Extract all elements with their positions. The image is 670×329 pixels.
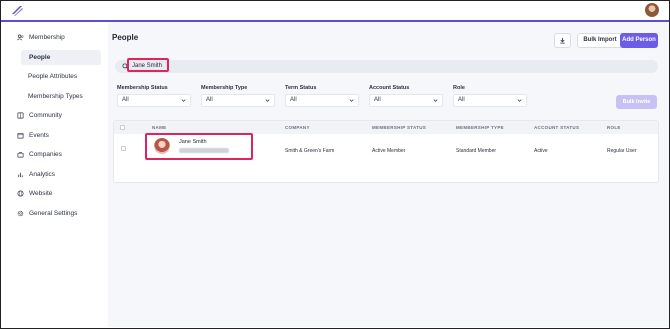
sidebar-item-people[interactable]: People	[21, 50, 101, 65]
cell-membership-status: Active Member	[372, 148, 406, 154]
sidebar-item-membership-types[interactable]: Membership Types	[28, 93, 83, 100]
main-content: People Bulk Import Add Person Jane Smith…	[108, 22, 669, 327]
sidebar-item-label: Membership Types	[28, 93, 83, 100]
sidebar-item-label: Analytics	[29, 171, 56, 178]
sidebar-item-label: People Attributes	[28, 73, 78, 80]
sidebar-item-general-settings[interactable]: General Settings	[17, 210, 77, 217]
sidebar-item-website[interactable]: Website	[17, 190, 52, 197]
chevron-down-icon	[433, 99, 438, 102]
filter-select-role[interactable]: All	[453, 94, 527, 107]
filter-value: All	[206, 97, 213, 103]
column-header-role[interactable]: ROLE	[607, 121, 621, 134]
column-header-account-status[interactable]: ACCOUNT STATUS	[534, 121, 579, 134]
search-bar[interactable]: Jane Smith	[115, 60, 658, 73]
download-button[interactable]	[554, 33, 571, 48]
row-highlight-box	[145, 133, 253, 160]
chevron-down-icon	[517, 99, 522, 102]
sidebar-item-companies[interactable]: Companies	[17, 151, 62, 158]
user-avatar[interactable]	[645, 3, 659, 17]
filter-label-membership-status: Membership Status	[117, 85, 168, 91]
chart-icon	[18, 172, 23, 178]
sidebar-item-label: Events	[29, 132, 49, 139]
filter-select-account-status[interactable]: All	[369, 94, 443, 107]
chevron-down-icon	[181, 99, 186, 102]
search-highlight-box	[127, 58, 169, 72]
column-header-company[interactable]: COMPANY	[285, 121, 310, 134]
bulk-import-button[interactable]: Bulk Import	[577, 33, 623, 48]
chevron-down-icon	[349, 99, 354, 102]
filter-value: All	[458, 97, 465, 103]
filter-label-account-status: Account Status	[369, 85, 410, 91]
filter-select-term-status[interactable]: All	[285, 94, 359, 107]
sidebar-item-analytics[interactable]: Analytics	[17, 171, 55, 178]
cell-membership-type: Standard Member	[456, 148, 497, 154]
filter-select-membership-type[interactable]: All	[201, 94, 275, 107]
calendar-icon	[17, 132, 24, 139]
row-checkbox[interactable]	[121, 146, 126, 151]
users-icon	[17, 34, 24, 41]
sidebar: Membership People People Attributes Memb…	[1, 22, 107, 327]
sidebar-item-label: Website	[29, 190, 53, 197]
cell-account-status: Active	[534, 148, 548, 154]
select-all-checkbox[interactable]	[120, 125, 125, 130]
filter-value: All	[374, 97, 381, 103]
column-header-membership-type[interactable]: MEMBERSHIP TYPE	[456, 121, 504, 134]
page-title: People	[112, 33, 139, 42]
sidebar-item-people-attributes[interactable]: People Attributes	[28, 73, 77, 80]
logo-icon[interactable]	[10, 5, 24, 17]
cell-role: Regular User	[607, 148, 637, 154]
sidebar-item-label: General Settings	[29, 210, 78, 217]
briefcase-icon	[17, 152, 24, 158]
filter-label-membership-type: Membership Type	[201, 85, 248, 91]
book-icon	[17, 112, 24, 119]
sidebar-item-membership[interactable]: Membership	[17, 34, 65, 41]
bulk-invite-button[interactable]: Bulk Invite	[616, 95, 657, 109]
add-person-button[interactable]: Add Person	[620, 33, 658, 48]
filter-select-membership-status[interactable]: All	[117, 94, 191, 107]
sidebar-item-label: Membership	[29, 34, 65, 41]
filter-label-term-status: Term Status	[285, 85, 317, 91]
filter-value: All	[122, 97, 129, 103]
gear-icon	[17, 210, 24, 217]
sidebar-item-community[interactable]: Community	[17, 112, 62, 119]
sidebar-item-label: People	[29, 54, 51, 61]
globe-icon	[17, 190, 24, 197]
column-header-membership-status[interactable]: MEMBERSHIP STATUS	[372, 121, 426, 134]
sidebar-item-label: Companies	[29, 151, 62, 158]
chevron-down-icon	[265, 99, 270, 102]
sidebar-item-label: Community	[29, 112, 62, 119]
download-icon	[560, 37, 565, 44]
top-bar	[1, 1, 669, 21]
filter-label-role: Role	[453, 85, 465, 91]
filter-value: All	[290, 97, 297, 103]
sidebar-item-events[interactable]: Events	[17, 132, 49, 139]
cell-company: Smith & Green's Farm	[285, 148, 335, 154]
